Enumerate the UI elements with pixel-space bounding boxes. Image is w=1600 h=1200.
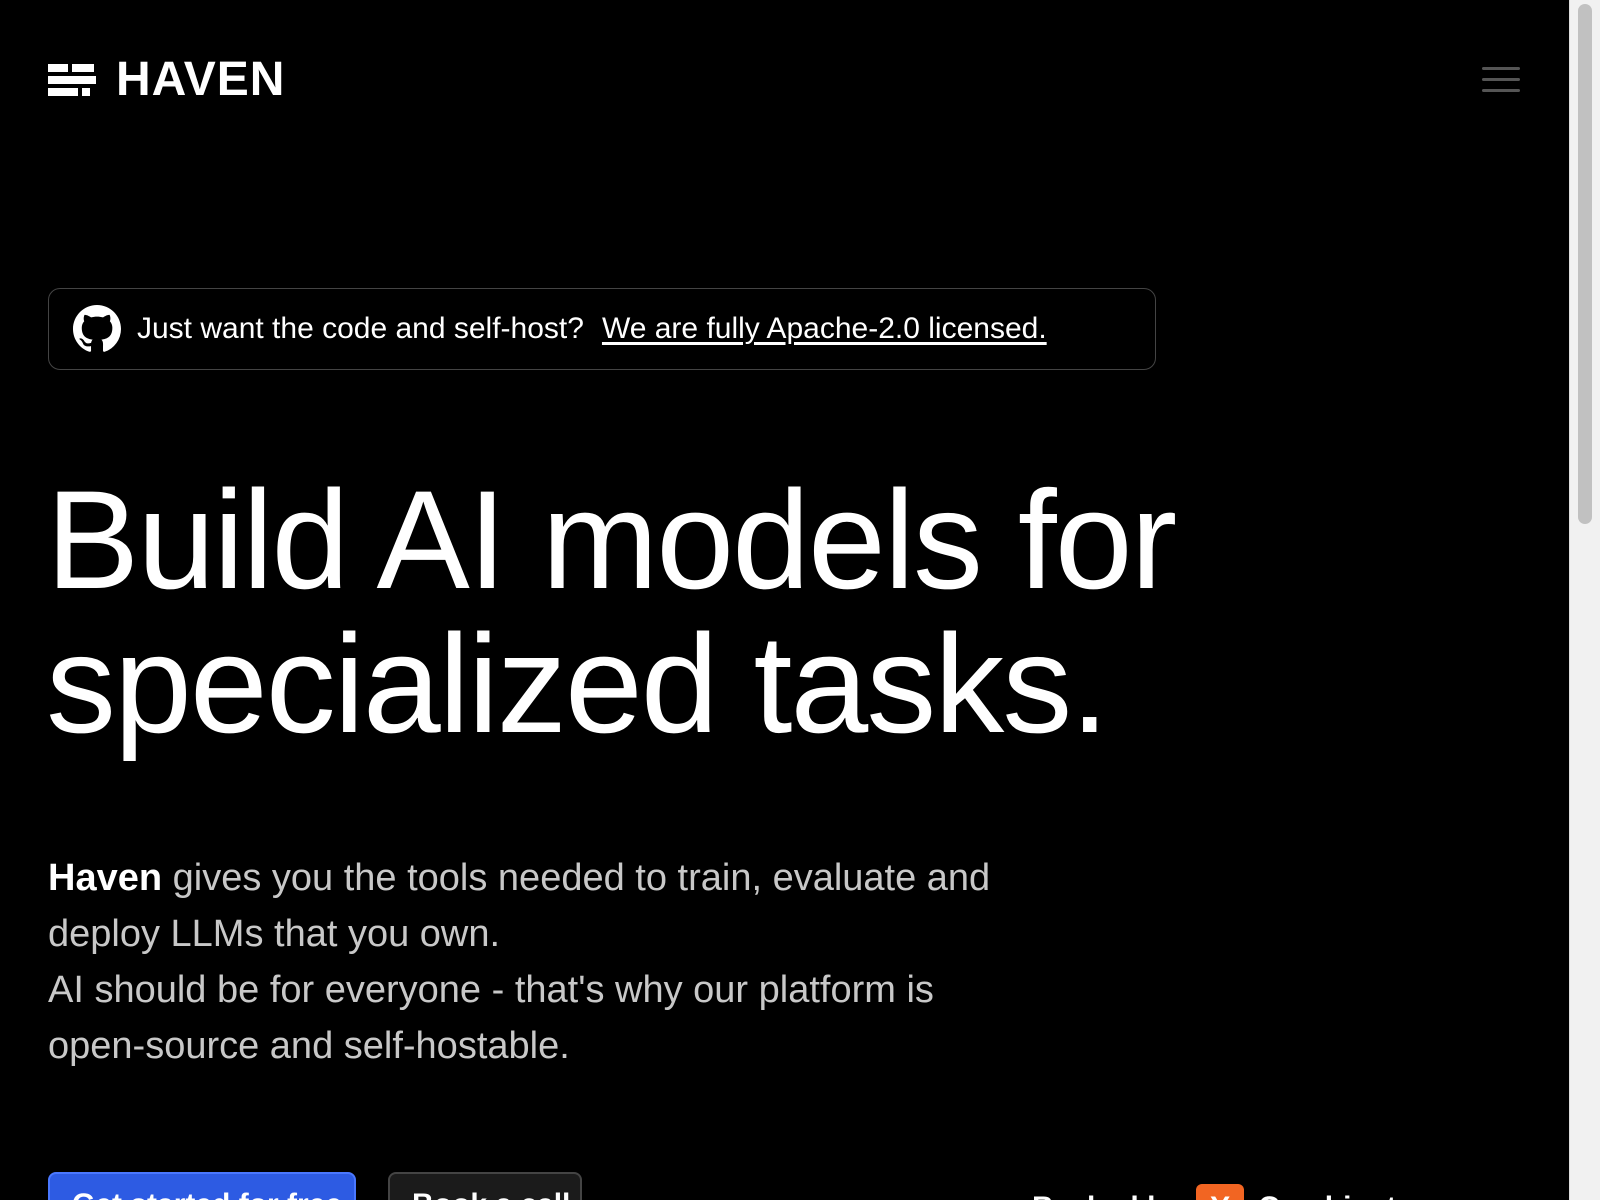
haven-logo-icon	[48, 64, 96, 96]
license-banner: Just want the code and self-host? We are…	[48, 288, 1156, 370]
hero-desc-line-1-text: gives you the tools needed to train, eva…	[162, 857, 991, 899]
license-link[interactable]: We are fully Apache-2.0 licensed.	[602, 312, 1047, 346]
hero-desc-line-3: AI should be for everyone - that's why o…	[48, 969, 934, 1011]
page-scrollbar[interactable]	[1569, 0, 1600, 1200]
hero-desc-line-4: open-source and self-hostable.	[48, 1025, 570, 1067]
github-icon	[73, 305, 121, 352]
brand-highlight: Haven	[48, 857, 163, 899]
hero-title: Build AI models for specialized tasks.	[46, 468, 1346, 756]
backed-by-label: Backed by	[1032, 1191, 1182, 1200]
landing-page: HAVEN Just want the code and self-host? …	[0, 0, 1600, 1200]
book-call-button[interactable]: Book a call	[388, 1172, 582, 1200]
site-header: HAVEN	[48, 56, 1520, 104]
hero-description: Haven gives you the tools needed to trai…	[48, 850, 1108, 1074]
hamburger-menu-icon[interactable]	[1482, 65, 1520, 95]
brand-logo-link[interactable]: HAVEN	[48, 56, 285, 104]
scrollbar-thumb[interactable]	[1578, 4, 1592, 524]
hero-desc-line-1: Haven gives you the tools needed to trai…	[48, 850, 1108, 906]
brand-name: HAVEN	[116, 53, 286, 106]
y-combinator-icon: Y	[1196, 1184, 1245, 1200]
get-started-button[interactable]: Get started for free	[48, 1172, 356, 1200]
banner-text: Just want the code and self-host?	[137, 312, 584, 345]
hero-title-line-2: specialized tasks.	[46, 605, 1109, 762]
backed-by: Backed by Y Combinator	[1032, 1184, 1426, 1200]
hero-desc-line-2: deploy LLMs that you own.	[48, 913, 501, 955]
menu-bar	[1482, 89, 1520, 92]
y-combinator-name: Combinator	[1258, 1191, 1426, 1200]
hero-title-line-1: Build AI models for	[46, 461, 1177, 618]
menu-bar	[1482, 67, 1520, 70]
menu-bar	[1482, 78, 1520, 81]
